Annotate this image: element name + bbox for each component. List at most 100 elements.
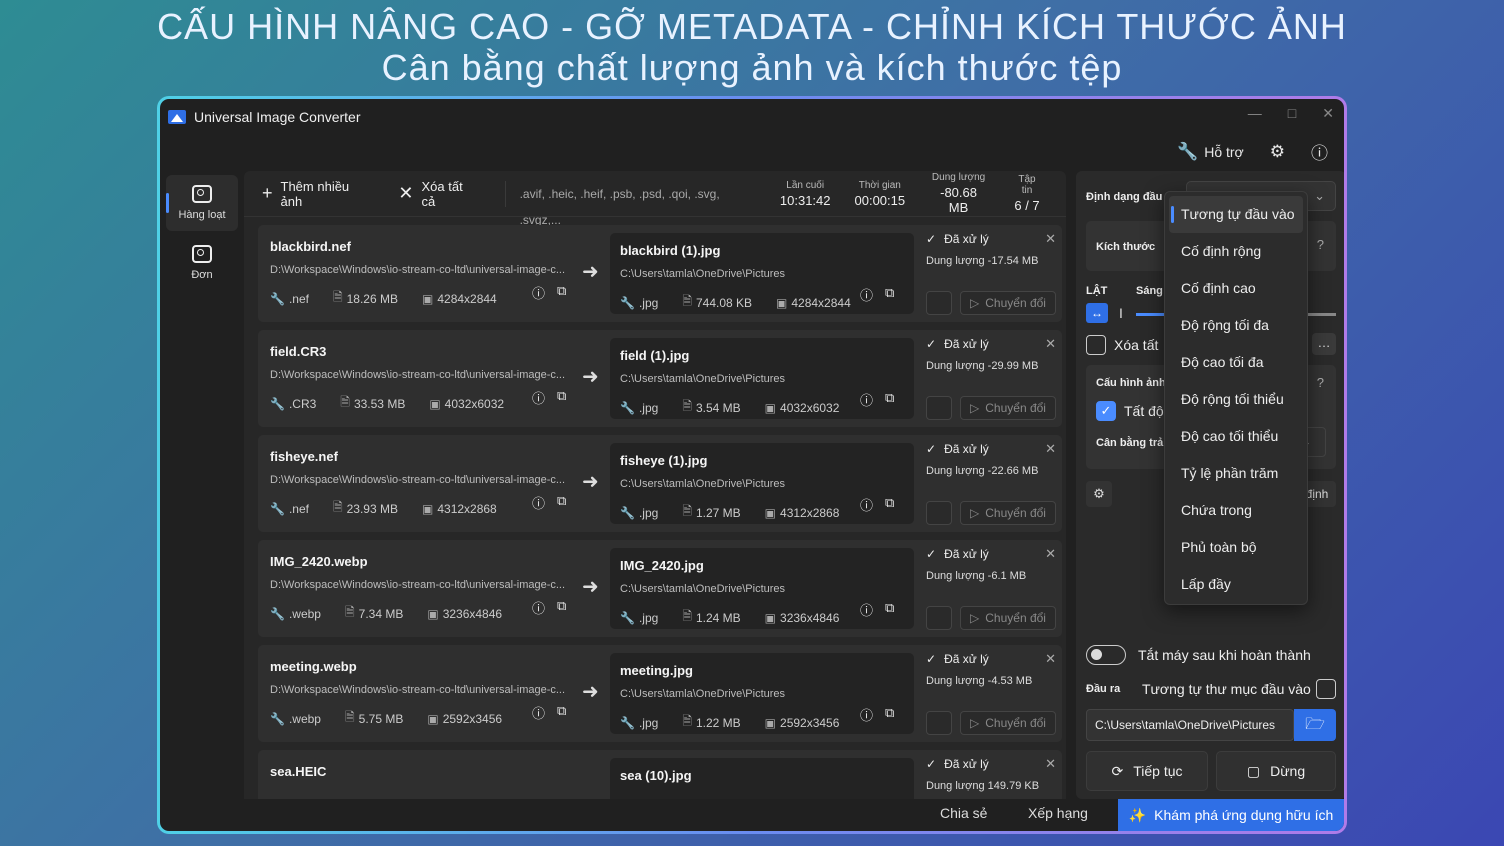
file-dimensions: 4284x2844: [437, 291, 497, 306]
wrench-icon: 🔧: [620, 295, 635, 310]
info-icon[interactable]: ⓘ: [532, 598, 545, 617]
play-icon: ▷: [970, 716, 980, 730]
convert-button[interactable]: ▷ Chuyển đổi: [960, 396, 1056, 420]
dropdown-item[interactable]: Độ rộng tối đa: [1169, 307, 1303, 344]
flip-label: LẬT: [1086, 285, 1108, 297]
dropdown-item[interactable]: Phủ toàn bộ: [1169, 529, 1303, 566]
nav-item-batch[interactable]: Hàng loạt: [166, 175, 238, 231]
explore-apps-button[interactable]: ✨ Khám phá ứng dụng hữu ích: [1118, 799, 1344, 831]
support-button[interactable]: 🔧 Hỗ trợ: [1177, 142, 1244, 162]
dropdown-item[interactable]: Cố định cao: [1169, 270, 1303, 307]
info-icon[interactable]: ⓘ: [860, 390, 873, 409]
info-icon[interactable]: ⓘ: [1311, 139, 1328, 164]
close-icon[interactable]: ✕: [1045, 336, 1056, 352]
file-meta: 🔧 .nef 🗎 23.93 MB ▣ 4312x2868: [270, 498, 570, 519]
convert-button[interactable]: ▷ Chuyển đổi: [960, 501, 1056, 525]
folder-icon[interactable]: 🗁: [1294, 709, 1336, 741]
close-icon[interactable]: ✕: [1045, 756, 1056, 772]
info-icon[interactable]: ⓘ: [532, 703, 545, 722]
x-icon: ✕: [398, 183, 414, 203]
file-row: fisheye.nef D:\Workspace\Windows\io-stre…: [258, 435, 1062, 532]
same-folder-checkbox[interactable]: [1316, 679, 1336, 699]
file-ext: .nef: [288, 501, 309, 516]
more-icon[interactable]: …: [1312, 333, 1336, 355]
nav-item-single[interactable]: Đơn: [166, 235, 238, 291]
file-size: 7.34 MB: [358, 606, 404, 621]
file-copy-icon[interactable]: ⧉: [557, 598, 566, 617]
clear-metadata-checkbox[interactable]: [1086, 335, 1106, 355]
flip-horizontal-icon[interactable]: ↔: [1086, 303, 1108, 323]
side-nav: Hàng loạt Đơn: [166, 175, 238, 295]
dropdown-item[interactable]: Độ cao tối thiểu: [1169, 418, 1303, 455]
preview-button[interactable]: [926, 501, 952, 525]
dropdown-item[interactable]: Độ rộng tối thiểu: [1169, 381, 1303, 418]
size-delta: Dung lượng -17.54 MB: [926, 255, 1039, 267]
file-dimensions: 2592x3456: [780, 715, 840, 730]
close-icon[interactable]: ✕: [1322, 105, 1334, 122]
info-icon[interactable]: ⓘ: [860, 495, 873, 514]
continue-button[interactable]: ⟳ Tiếp tục: [1086, 751, 1208, 791]
file-icon: 🗎: [344, 710, 355, 724]
close-icon[interactable]: ✕: [1045, 651, 1056, 667]
dropdown-item[interactable]: Độ cao tối đa: [1169, 344, 1303, 381]
row-status: ✓ Đã xử lý ✕ Dung lượng 149.79 KB: [926, 756, 1056, 792]
info-icon[interactable]: ⓘ: [532, 388, 545, 407]
file-icon: 🗎: [332, 500, 343, 514]
gear-icon[interactable]: ⚙: [1086, 481, 1112, 507]
dropdown-item[interactable]: Chứa trong: [1169, 492, 1303, 529]
share-link[interactable]: Chia sẻ: [940, 805, 987, 821]
banner-title: CẤU HÌNH NÂNG CAO - GỠ METADATA - CHỈNH …: [157, 6, 1347, 47]
file-icon: 🗎: [332, 290, 343, 304]
dropdown-item[interactable]: Tương tự đầu vào: [1169, 196, 1303, 233]
dropdown-item[interactable]: Cố định rộng: [1169, 233, 1303, 270]
file-path: D:\Workspace\Windows\io-stream-co-ltd\un…: [270, 264, 566, 276]
gear-icon[interactable]: ⚙: [1270, 142, 1285, 162]
output-file: IMG_2420.jpg C:\Users\tamla\OneDrive\Pic…: [610, 548, 914, 629]
add-images-button[interactable]: + Thêm nhiều ảnh: [262, 179, 372, 209]
file-copy-icon[interactable]: ⧉: [557, 388, 566, 407]
info-icon[interactable]: ⓘ: [860, 600, 873, 619]
output-file: meeting.jpg C:\Users\tamla\OneDrive\Pict…: [610, 653, 914, 734]
close-icon[interactable]: ✕: [1045, 441, 1056, 457]
help-icon[interactable]: ?: [1317, 237, 1324, 252]
info-icon[interactable]: ⓘ: [532, 283, 545, 302]
dropdown-item[interactable]: Lấp đầy: [1169, 566, 1303, 603]
convert-button[interactable]: ▷ Chuyển đổi: [960, 711, 1056, 735]
minimize-icon[interactable]: —: [1248, 105, 1262, 122]
info-icon[interactable]: ⓘ: [532, 493, 545, 512]
stop-button[interactable]: ▢ Dừng: [1216, 751, 1336, 791]
stat-value: 10:31:42: [779, 192, 831, 208]
close-icon[interactable]: ✕: [1045, 231, 1056, 247]
brightness-label: Sáng: [1136, 285, 1163, 297]
size-delta: Dung lượng -29.99 MB: [926, 360, 1039, 372]
file-copy-icon[interactable]: ⧉: [885, 705, 894, 724]
clear-all-button[interactable]: ✕ Xóa tất cả: [398, 179, 478, 209]
file-copy-icon[interactable]: ⧉: [885, 390, 894, 409]
file-copy-icon[interactable]: ⧉: [885, 495, 894, 514]
preview-button[interactable]: [926, 396, 952, 420]
file-meta: 🔧 .nef 🗎 18.26 MB ▣ 4284x2844: [270, 288, 570, 309]
close-icon[interactable]: ✕: [1045, 546, 1056, 562]
preview-button[interactable]: [926, 606, 952, 630]
preview-button[interactable]: [926, 711, 952, 735]
preview-button[interactable]: [926, 291, 952, 315]
info-icon[interactable]: ⓘ: [860, 705, 873, 724]
file-copy-icon[interactable]: ⧉: [885, 600, 894, 619]
file-copy-icon[interactable]: ⧉: [557, 493, 566, 512]
file-copy-icon[interactable]: ⧉: [885, 285, 894, 304]
brightness-slider[interactable]: [1136, 313, 1166, 316]
output-path-input[interactable]: C:\Users\tamla\OneDrive\Pictures: [1086, 709, 1294, 741]
convert-button[interactable]: ▷ Chuyển đổi: [960, 606, 1056, 630]
file-copy-icon[interactable]: ⧉: [557, 703, 566, 722]
file-copy-icon[interactable]: ⧉: [557, 283, 566, 302]
file-name: IMG_2420.webp: [270, 554, 368, 569]
maximize-icon[interactable]: □: [1288, 105, 1296, 122]
convert-button[interactable]: ▷ Chuyển đổi: [960, 291, 1056, 315]
auto-checkbox[interactable]: ✓: [1096, 401, 1116, 421]
help-icon[interactable]: ?: [1317, 375, 1324, 390]
flip-vertical-icon[interactable]: I: [1114, 303, 1128, 323]
info-icon[interactable]: ⓘ: [860, 285, 873, 304]
dropdown-item[interactable]: Tỷ lệ phần trăm: [1169, 455, 1303, 492]
shutdown-toggle[interactable]: [1086, 645, 1126, 665]
rate-link[interactable]: Xếp hạng: [1028, 805, 1088, 821]
